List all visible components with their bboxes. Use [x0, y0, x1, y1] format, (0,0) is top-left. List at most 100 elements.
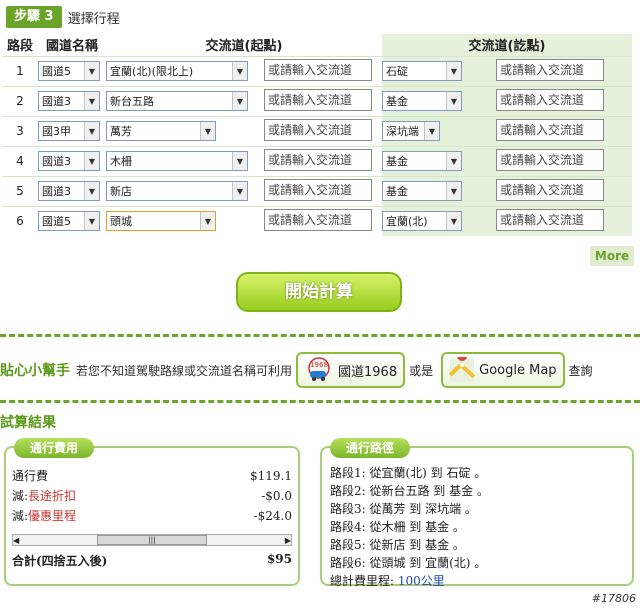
fee-label-text: 優惠里程 [28, 509, 77, 523]
calculate-button[interactable]: 開始計算 [236, 272, 402, 312]
fee-value: $119.1 [250, 469, 292, 483]
freeway-1968-button[interactable]: 1968 國道1968 [296, 352, 406, 388]
chevron-down-icon[interactable]: ▼ [84, 152, 99, 170]
road-select[interactable]: 國3甲 ▼ [38, 121, 100, 141]
start-interchange-select[interactable]: 萬芳 ▼ [106, 121, 216, 141]
route-panel: 通行路徑 路段1: 從宜蘭(北) 到 石碇 。路段2: 從新台五路 到 基金 。… [320, 438, 634, 588]
route-row: 5 國道3 ▼ 新店 ▼ 或請輸入交流道 基金 ▼ 或請輸入交流道 [2, 175, 632, 206]
start-interchange-select[interactable]: 頭城 ▼ [106, 211, 216, 232]
end-interchange-select[interactable]: 基金 ▼ [382, 91, 462, 111]
fee-row: 減:優惠里程 -$24.0 [12, 506, 292, 526]
route-table: 路段 國道名稱 交流道(起點) 交流道(訖點) 1 國道5 ▼ 宜蘭(北)(限北上) ▼… [2, 34, 632, 236]
end-interchange-select[interactable]: 石碇 ▼ [382, 61, 462, 81]
segment-number: 3 [2, 115, 38, 146]
chevron-down-icon[interactable]: ▼ [84, 212, 99, 231]
chevron-down-icon[interactable]: ▼ [200, 122, 215, 140]
start-interchange-input[interactable]: 或請輸入交流道 [264, 208, 372, 231]
start-interchange-input[interactable]: 或請輸入交流道 [264, 148, 372, 171]
road-select[interactable]: 國道3 ▼ [38, 181, 100, 201]
chevron-down-icon[interactable]: ▼ [232, 152, 247, 170]
segment-number: 4 [2, 145, 38, 176]
fee-row: 通行費 $119.1 [12, 466, 292, 486]
start-interchange-input[interactable]: 或請輸入交流道 [264, 58, 372, 81]
start-interchange-select[interactable]: 宜蘭(北)(限北上) ▼ [106, 61, 248, 81]
end-interchange-input[interactable]: 或請輸入交流道 [496, 118, 604, 141]
google-map-label: Google Map [479, 362, 557, 378]
chevron-down-icon[interactable]: ▼ [446, 182, 461, 200]
results-title: 試算結果 [0, 415, 56, 431]
fee-value: -$24.0 [253, 509, 292, 523]
start-select-value: 新台五路 [110, 95, 154, 108]
chevron-down-icon[interactable]: ▼ [232, 92, 247, 110]
horizontal-scrollbar[interactable]: ◀ ||| ▶ [12, 534, 292, 546]
start-interchange-input[interactable]: 或請輸入交流道 [264, 88, 372, 111]
chevron-down-icon[interactable]: ▼ [446, 62, 461, 80]
segment-number: 5 [2, 175, 38, 206]
or-text: 或是 [409, 363, 434, 378]
end-select-value: 深坑端 [386, 125, 419, 138]
start-select-value: 頭城 [110, 215, 132, 229]
divider [0, 334, 640, 337]
route-row: 1 國道5 ▼ 宜蘭(北)(限北上) ▼ 或請輸入交流道 石碇 ▼ 或請輸入交流道 [2, 55, 632, 86]
header-road: 國道名稱 [38, 34, 106, 56]
header-segment: 路段 [2, 34, 38, 56]
more-button[interactable]: More [590, 246, 634, 266]
road-select-value: 國道3 [42, 185, 71, 198]
query-text: 查詢 [568, 363, 593, 378]
chevron-down-icon[interactable]: ▼ [200, 212, 215, 231]
fee-value: -$0.0 [261, 489, 292, 503]
scroll-right-icon[interactable]: ▶ [285, 536, 291, 545]
helper-text: 若您不知道駕駛路線或交流道名稱可利用 [76, 363, 293, 378]
end-select-value: 基金 [386, 185, 408, 198]
chevron-down-icon[interactable]: ▼ [84, 122, 99, 140]
route-total: 總計費里程: 100公里 [330, 572, 624, 590]
chevron-down-icon[interactable]: ▼ [84, 62, 99, 80]
route-line: 路段4: 從木柵 到 基金 。 [330, 520, 465, 534]
fee-label: 通行費 [12, 466, 48, 486]
chevron-down-icon[interactable]: ▼ [232, 62, 247, 80]
start-interchange-select[interactable]: 木柵 ▼ [106, 151, 248, 171]
start-interchange-input[interactable]: 或請輸入交流道 [264, 178, 372, 201]
chevron-down-icon[interactable]: ▼ [446, 92, 461, 110]
fee-total-value: $95 [266, 552, 292, 566]
start-interchange-select[interactable]: 新店 ▼ [106, 181, 248, 201]
chevron-down-icon[interactable]: ▼ [424, 122, 439, 140]
end-interchange-input[interactable]: 或請輸入交流道 [496, 208, 604, 231]
google-map-button[interactable]: Google Map [441, 352, 565, 388]
road-select-value: 國道3 [42, 155, 71, 168]
scroll-thumb[interactable]: ||| [97, 535, 207, 545]
start-interchange-select[interactable]: 新台五路 ▼ [106, 91, 248, 111]
segment-number: 6 [2, 205, 38, 236]
road-select[interactable]: 國道5 ▼ [38, 61, 100, 81]
road-select[interactable]: 國道3 ▼ [38, 151, 100, 171]
start-select-value: 木柵 [110, 155, 132, 168]
start-select-value: 新店 [110, 185, 132, 198]
header-end: 交流道(訖點) [382, 34, 632, 56]
end-interchange-select[interactable]: 宜蘭(北) ▼ [382, 211, 462, 232]
route-row: 2 國道3 ▼ 新台五路 ▼ 或請輸入交流道 基金 ▼ 或請輸入交流道 [2, 85, 632, 116]
end-interchange-select[interactable]: 基金 ▼ [382, 181, 462, 201]
end-interchange-input[interactable]: 或請輸入交流道 [496, 88, 604, 111]
road-select[interactable]: 國道3 ▼ [38, 91, 100, 111]
route-line: 路段5: 從新店 到 基金 。 [330, 538, 465, 552]
route-row: 3 國3甲 ▼ 萬芳 ▼ 或請輸入交流道 深坑端 ▼ 或請輸入交流道 [2, 115, 632, 146]
end-interchange-input[interactable]: 或請輸入交流道 [496, 148, 604, 171]
chevron-down-icon[interactable]: ▼ [446, 152, 461, 170]
road-select[interactable]: 國道5 ▼ [38, 211, 100, 232]
fee-label-prefix: 減: [12, 509, 29, 523]
chevron-down-icon[interactable]: ▼ [446, 212, 461, 231]
chevron-down-icon[interactable]: ▼ [84, 92, 99, 110]
chevron-down-icon[interactable]: ▼ [232, 182, 247, 200]
end-interchange-input[interactable]: 或請輸入交流道 [496, 58, 604, 81]
fee-total-row: 合計(四捨五入後) $95 [6, 546, 298, 569]
route-row: 6 國道5 ▼ 頭城 ▼ 或請輸入交流道 宜蘭(北) ▼ 或請輸入交流道 [2, 205, 632, 236]
start-interchange-input[interactable]: 或請輸入交流道 [264, 118, 372, 141]
chevron-down-icon[interactable]: ▼ [84, 182, 99, 200]
end-select-value: 基金 [386, 155, 408, 168]
start-select-value: 萬芳 [110, 125, 132, 138]
end-interchange-select[interactable]: 深坑端 ▼ [382, 121, 440, 141]
end-interchange-input[interactable]: 或請輸入交流道 [496, 178, 604, 201]
end-interchange-select[interactable]: 基金 ▼ [382, 151, 462, 171]
scroll-left-icon[interactable]: ◀ [13, 536, 19, 545]
route-line: 路段3: 從萬芳 到 深坑端 。 [330, 502, 477, 516]
